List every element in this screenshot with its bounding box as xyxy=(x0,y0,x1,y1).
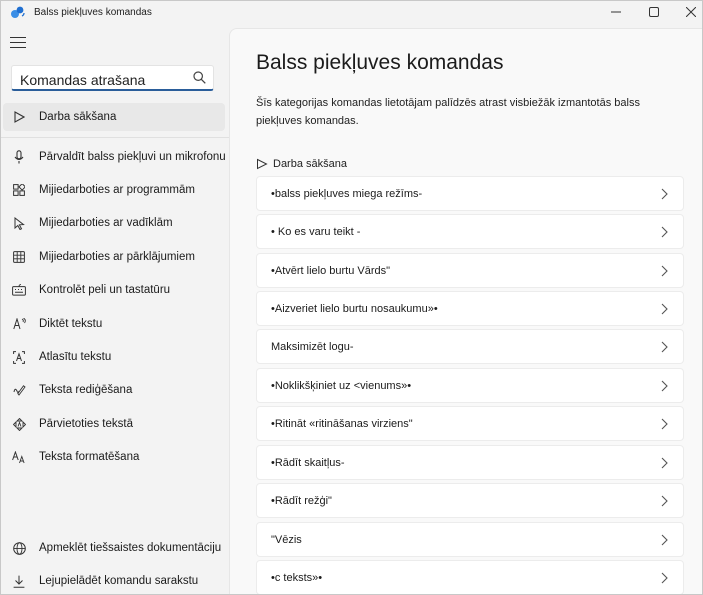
sidebar-item-overlays[interactable]: Mijiedarboties ar pārklājumiem xyxy=(3,243,225,271)
command-label: •Rādīt režģi" xyxy=(271,495,332,507)
chevron-right-icon xyxy=(661,226,668,238)
command-item[interactable]: •Atvērt lielo burtu Vārds" xyxy=(256,253,684,288)
maximize-icon xyxy=(649,7,659,17)
sidebar-item-download-commands[interactable]: Lejupielādēt komandu sarakstu xyxy=(3,567,225,594)
page-title: Balss piekļuves komandas xyxy=(256,51,504,74)
section-header[interactable]: Darba sākšana xyxy=(256,158,347,170)
chevron-right-icon xyxy=(661,457,668,469)
globe-icon xyxy=(12,541,26,555)
maximize-button[interactable] xyxy=(637,1,671,23)
sidebar-item-mouse-keyboard[interactable]: Kontrolēt peli un tastatūru xyxy=(3,276,225,304)
sidebar-item-darba-sakšana[interactable]: Darba sākšana xyxy=(3,103,225,131)
main-content: Balss piekļuves komandas Šīs kategorijas… xyxy=(229,28,702,594)
dictate-icon xyxy=(12,317,26,331)
download-icon xyxy=(12,574,26,588)
sidebar-item-label: Kontrolēt peli un tastatūru xyxy=(39,284,171,296)
sidebar-item-label: Apmeklēt tiešsaistes dokumentāciju xyxy=(39,542,222,554)
command-item[interactable]: •Ritināt «ritināšanas virziens" xyxy=(256,406,684,441)
sidebar-item-controls[interactable]: Mijiedarboties ar vadīklām xyxy=(3,209,225,237)
chevron-right-icon xyxy=(661,341,668,353)
chevron-right-icon xyxy=(661,534,668,546)
sidebar-item-label: Mijiedarboties ar vadīklām xyxy=(39,217,173,229)
sidebar-item-label: Teksta rediģēšana xyxy=(39,384,133,396)
chevron-right-icon xyxy=(661,495,668,507)
format-text-icon xyxy=(12,450,26,464)
sidebar-item-online-docs[interactable]: Apmeklēt tiešsaistes dokumentāciju xyxy=(3,534,225,562)
command-item[interactable]: •Noklikšķiniet uz <vienums»• xyxy=(256,368,684,403)
navigate-icon xyxy=(12,417,26,431)
sidebar-item-label: Lejupielādēt komandu sarakstu xyxy=(39,575,199,587)
page-description: Šīs kategorijas komandas lietotājam palī… xyxy=(256,97,640,127)
sidebar-item-dictate[interactable]: Diktēt tekstu xyxy=(3,310,225,338)
section-label: Darba sākšana xyxy=(273,158,347,170)
cursor-icon xyxy=(12,216,26,230)
chevron-right-icon xyxy=(661,380,668,392)
hamburger-menu-icon[interactable] xyxy=(10,37,26,49)
sidebar-item-label: Darba sākšana xyxy=(39,111,117,123)
sidebar-item-navigate-text[interactable]: Pārvietoties tekstā xyxy=(3,410,225,438)
search-icon[interactable] xyxy=(193,71,206,84)
close-icon xyxy=(686,7,696,17)
close-button[interactable] xyxy=(674,1,702,23)
sidebar-item-label: Pārvietoties tekstā xyxy=(39,418,133,430)
command-item[interactable]: •Rādīt režģi" xyxy=(256,483,684,518)
sidebar-item-apps[interactable]: Mijiedarboties ar programmām xyxy=(3,176,225,204)
sidebar-item-label: Teksta formatēšana xyxy=(39,451,140,463)
search-input[interactable]: Komandas atrašana xyxy=(20,72,145,88)
command-item[interactable]: •balss piekļuves miega režīms- xyxy=(256,176,684,211)
sidebar-item-microphone[interactable]: Pārvaldīt balss piekļuvi un mikrofonu xyxy=(3,143,226,171)
grid-icon xyxy=(12,250,26,264)
edit-text-icon xyxy=(12,383,26,397)
command-label: •Rādīt skaitļus- xyxy=(271,457,345,469)
command-item[interactable]: Maksimizēt logu- xyxy=(256,329,684,364)
command-item[interactable]: •c teksts»• xyxy=(256,560,684,594)
command-label: •Ritināt «ritināšanas virziens" xyxy=(271,418,413,430)
command-item[interactable]: •Aizveriet lielo burtu nosaukumu»• xyxy=(256,291,684,326)
window-title: Balss piekļuves komandas xyxy=(34,7,152,18)
sidebar-item-label: Pārvaldīt balss piekļuvi un mikrofonu xyxy=(39,151,226,163)
chevron-right-icon xyxy=(661,188,668,200)
app-window: Balss piekļuves komandas Komandas atraša… xyxy=(0,0,703,595)
sidebar-item-select-text[interactable]: Atlasītu tekstu xyxy=(3,343,225,371)
sidebar-item-edit-text[interactable]: Teksta rediģēšana xyxy=(3,376,225,404)
voice-access-app-icon xyxy=(11,6,25,18)
select-text-icon xyxy=(12,350,26,364)
keyboard-icon xyxy=(12,283,26,297)
command-label: •Aizveriet lielo burtu nosaukumu»• xyxy=(271,303,438,315)
sidebar-item-label: Diktēt tekstu xyxy=(39,318,103,330)
search-box[interactable]: Komandas atrašana xyxy=(11,65,214,91)
chevron-right-icon xyxy=(661,572,668,584)
sidebar-item-format-text[interactable]: Teksta formatēšana xyxy=(3,443,225,471)
command-item[interactable]: • Ko es varu teikt - xyxy=(256,214,684,249)
command-label: •balss piekļuves miega režīms- xyxy=(271,188,423,200)
play-triangle-icon xyxy=(257,158,268,170)
sidebar-item-label: Atlasītu tekstu xyxy=(39,351,112,363)
command-label: "Vēzis xyxy=(271,534,302,546)
chevron-right-icon xyxy=(661,303,668,315)
command-label: •Atvērt lielo burtu Vārds" xyxy=(271,265,391,277)
play-triangle-icon xyxy=(12,110,26,124)
command-label: • Ko es varu teikt - xyxy=(271,226,361,238)
command-label: •Noklikšķiniet uz <vienums»• xyxy=(271,380,412,392)
chevron-right-icon xyxy=(661,418,668,430)
command-item[interactable]: "Vēzis xyxy=(256,522,684,557)
chevron-right-icon xyxy=(661,265,668,277)
sidebar-item-label: Mijiedarboties ar pārklājumiem xyxy=(39,251,195,263)
sidebar-divider xyxy=(1,137,229,138)
sidebar-item-label: Mijiedarboties ar programmām xyxy=(39,184,195,196)
command-label: •c teksts»• xyxy=(271,572,323,584)
microphone-icon xyxy=(12,150,26,164)
minimize-icon xyxy=(611,11,621,13)
title-bar: Balss piekļuves komandas xyxy=(1,1,702,25)
command-label: Maksimizēt logu- xyxy=(271,341,354,353)
minimize-button[interactable] xyxy=(599,1,633,23)
command-item[interactable]: •Rādīt skaitļus- xyxy=(256,445,684,480)
apps-icon xyxy=(12,183,26,197)
